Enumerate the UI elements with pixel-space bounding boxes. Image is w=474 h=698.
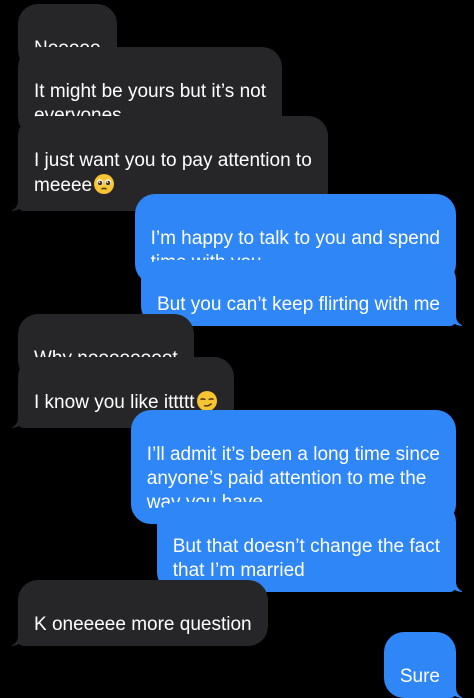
message-bubble-incoming[interactable]: K oneeeee more question	[6, 580, 268, 646]
message-bubble-outgoing[interactable]: But that doesn’t change the fact that I’…	[156, 502, 469, 592]
message-text: Sure	[399, 666, 440, 687]
message-thread: Nooooo It might be yours but it’s not ev…	[0, 0, 474, 698]
message-text: But you can’t keep flirting with me	[156, 294, 440, 315]
pleading-face-icon	[93, 173, 115, 202]
message-bubble-outgoing[interactable]: Sure	[383, 632, 469, 698]
message-text: K oneeeee more question	[34, 614, 252, 635]
message-bubble-outgoing[interactable]: But you can’t keep flirting with me	[140, 260, 469, 326]
message-text: But that doesn’t change the fact that I’…	[172, 536, 440, 581]
message-text: I just want you to pay attention to meee…	[34, 150, 312, 196]
